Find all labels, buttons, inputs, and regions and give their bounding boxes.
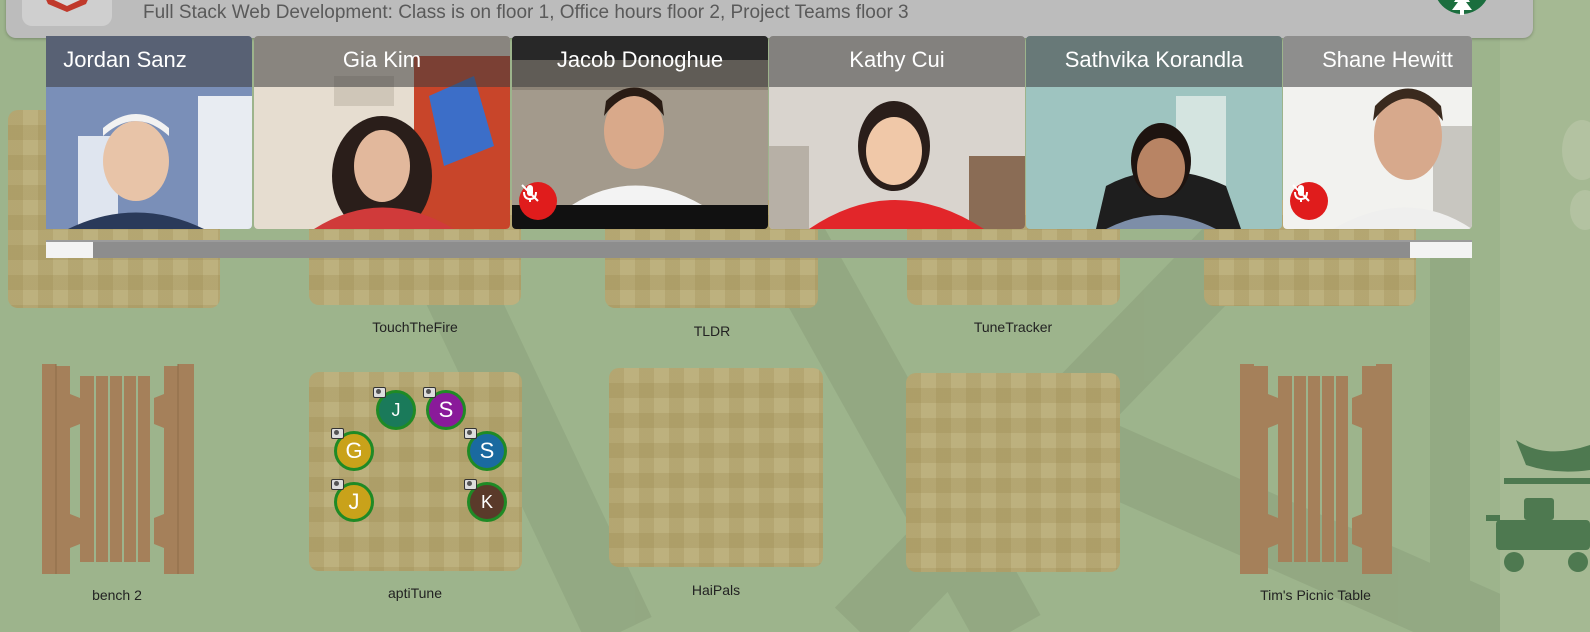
tree-icon[interactable]: [1434, 0, 1490, 20]
video-tile[interactable]: Kathy Cui: [769, 36, 1025, 229]
table-label: HaiPals: [691, 582, 741, 598]
picnic-cart-icon: [1486, 440, 1590, 572]
table-aptitune[interactable]: [309, 372, 522, 571]
table-label: aptiTune: [388, 585, 442, 601]
space-banner: Full Stack Web Development: Class is on …: [6, 0, 1533, 38]
video-tile[interactable]: Gia Kim: [254, 36, 510, 229]
video-strip: Jordan Sanz Gia Kim Jacob Donoghue Kathy…: [46, 36, 1472, 229]
avatar[interactable]: J: [331, 479, 374, 522]
avatar[interactable]: K: [464, 479, 507, 522]
video-tile[interactable]: Jacob Donoghue: [512, 36, 768, 229]
avatar-initial: G: [345, 438, 363, 463]
avatar[interactable]: J: [373, 387, 416, 430]
avatar[interactable]: S: [423, 387, 466, 430]
video-tile[interactable]: Sathvika Korandla: [1026, 36, 1282, 229]
bench-label: bench 2: [92, 587, 142, 603]
mic-off-icon[interactable]: [519, 182, 557, 220]
camera-icon: [331, 428, 344, 439]
table-label: TLDR: [693, 323, 731, 339]
table-label: Tim's Picnic Table: [1260, 587, 1371, 603]
table-label: TouchTheFire: [372, 319, 458, 335]
scroll-right-button[interactable]: [1410, 242, 1472, 258]
mic-off-icon[interactable]: [1290, 182, 1328, 220]
avatar-initial: J: [391, 399, 401, 420]
bench-2[interactable]: [40, 364, 196, 576]
video-tile[interactable]: Shane Hewitt: [1283, 36, 1472, 229]
table-bottom-4[interactable]: [906, 373, 1120, 572]
camera-icon: [464, 428, 477, 439]
participant-name: Jordan Sanz: [63, 47, 187, 72]
scroll-left-button[interactable]: [46, 242, 93, 258]
table-label: TuneTracker: [973, 319, 1053, 335]
participant-name: Shane Hewitt: [1322, 47, 1453, 72]
avatar-initial: K: [480, 491, 493, 512]
participant-name: Kathy Cui: [849, 47, 945, 72]
participant-name: Jacob Donoghue: [556, 47, 724, 72]
avatar-initial: S: [438, 397, 454, 422]
video-tile[interactable]: Jordan Sanz: [46, 36, 252, 229]
avatar-initial: S: [479, 438, 495, 463]
avatar-initial: J: [348, 489, 360, 514]
participant-name: Sathvika Korandla: [1064, 47, 1244, 72]
avatar[interactable]: S: [464, 428, 507, 471]
tims-picnic-table[interactable]: [1238, 364, 1394, 576]
space-title: Full Stack Web Development: Class is on …: [143, 2, 909, 23]
camera-icon: [423, 387, 436, 398]
camera-icon: [331, 479, 344, 490]
participant-name: Gia Kim: [342, 47, 422, 72]
scrollbar-thumb[interactable]: [93, 242, 1410, 258]
camera-icon: [373, 387, 386, 398]
video-strip-scrollbar[interactable]: [46, 240, 1472, 258]
table-haipals[interactable]: [609, 368, 823, 567]
logo-icon[interactable]: [22, 0, 112, 26]
camera-icon: [464, 479, 477, 490]
avatar[interactable]: G: [331, 428, 374, 471]
